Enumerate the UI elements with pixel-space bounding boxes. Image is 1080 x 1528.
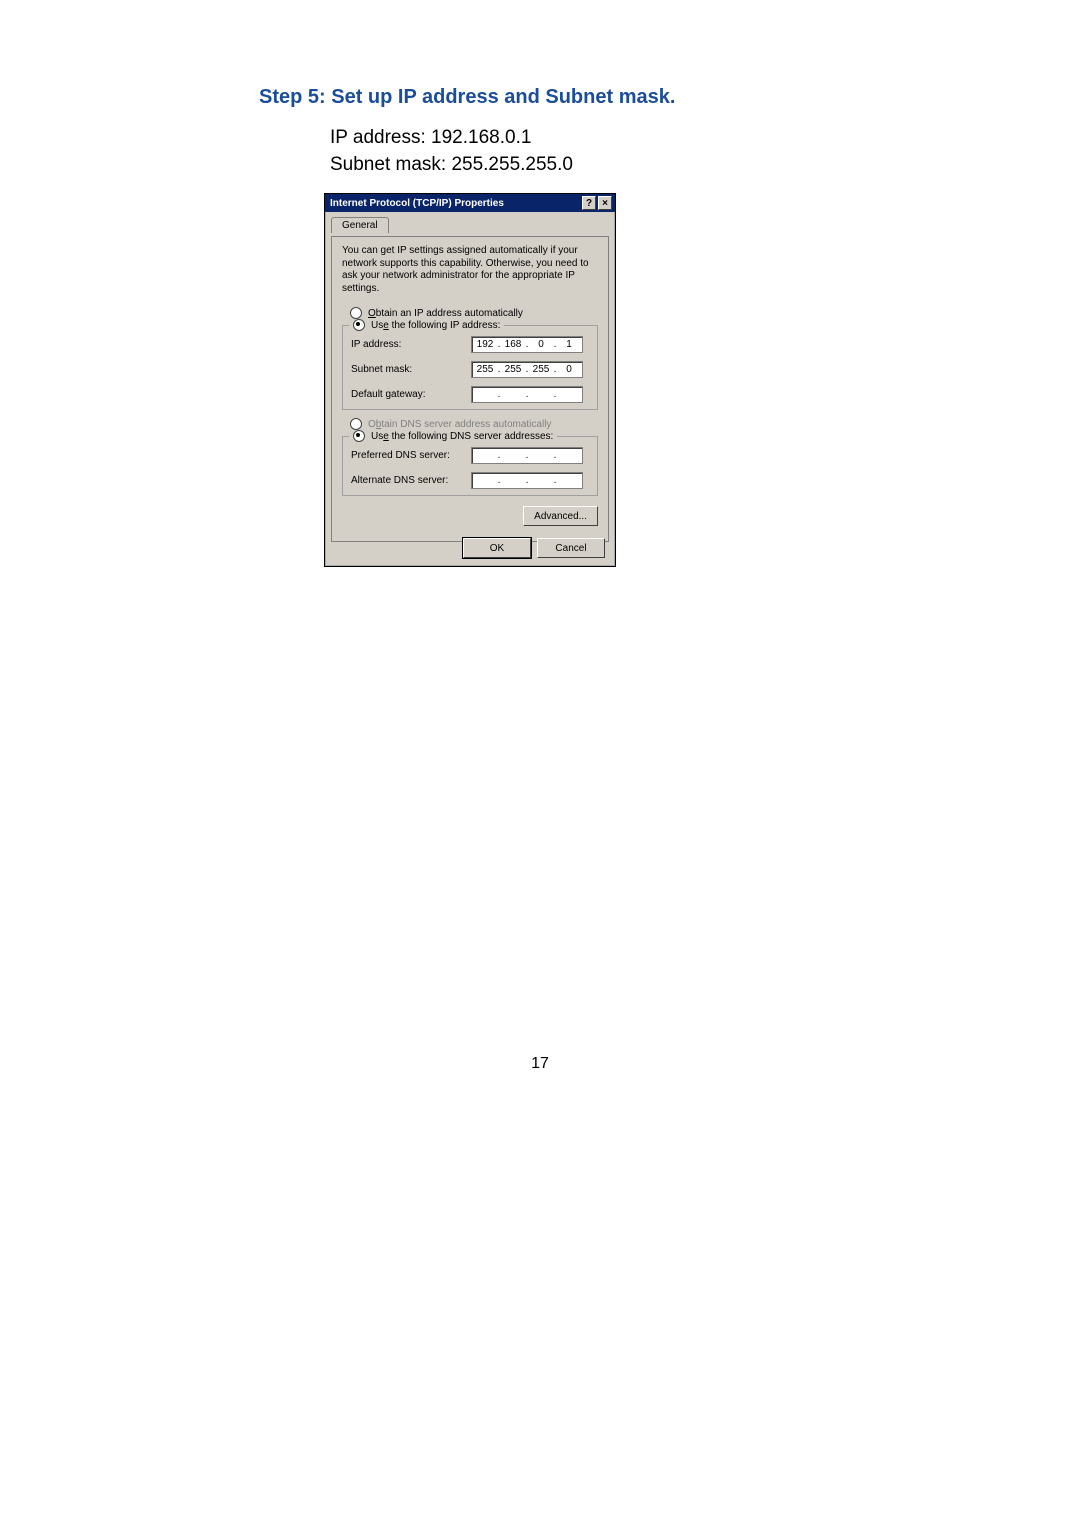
radio-use-ip[interactable]: Use the following IP address: bbox=[349, 319, 504, 331]
radio-label: Use the following DNS server addresses: bbox=[371, 431, 553, 442]
preferred-dns-row: Preferred DNS server: . . . bbox=[351, 447, 589, 464]
alternate-dns-label: Alternate DNS server: bbox=[351, 475, 471, 486]
dialog-body: General You can get IP settings assigned… bbox=[325, 212, 615, 548]
advanced-button[interactable]: Advanced... bbox=[523, 506, 598, 526]
default-gateway-input[interactable]: . . . bbox=[471, 386, 583, 403]
preferred-dns-input[interactable]: . . . bbox=[471, 447, 583, 464]
page-number: 17 bbox=[0, 1055, 1080, 1073]
radio-icon bbox=[353, 319, 365, 331]
close-icon: × bbox=[602, 198, 608, 209]
radio-icon bbox=[350, 418, 362, 430]
use-dns-groupbox: Use the following DNS server addresses: … bbox=[342, 436, 598, 496]
question-icon: ? bbox=[586, 198, 592, 209]
radio-label: Obtain an IP address automatically bbox=[368, 308, 523, 319]
preferred-dns-label: Preferred DNS server: bbox=[351, 450, 471, 461]
ip-address-label: IP address: bbox=[351, 339, 471, 350]
general-tab-panel: You can get IP settings assigned automat… bbox=[331, 236, 609, 542]
subnet-mask-input[interactable]: 255. 255. 255. 0 bbox=[471, 361, 583, 378]
radio-obtain-ip-auto[interactable]: Obtain an IP address automatically bbox=[342, 307, 598, 319]
ip-address-row: IP address: 192. 168. 0. 1 bbox=[351, 336, 589, 353]
subnet-mask-text: Subnet mask: 255.255.255.0 bbox=[330, 152, 573, 179]
advanced-row: Advanced... bbox=[342, 506, 598, 526]
alternate-dns-input[interactable]: . . . bbox=[471, 472, 583, 489]
radio-label: Use the following IP address: bbox=[371, 320, 500, 331]
default-gateway-label: Default gateway: bbox=[351, 389, 471, 400]
ok-button[interactable]: OK bbox=[463, 538, 531, 558]
radio-obtain-dns-auto: Obtain DNS server address automatically bbox=[342, 418, 598, 430]
ip-address-text: IP address: 192.168.0.1 bbox=[330, 125, 573, 152]
radio-icon bbox=[350, 307, 362, 319]
description-text: You can get IP settings assigned automat… bbox=[342, 245, 598, 295]
ip-address-input[interactable]: 192. 168. 0. 1 bbox=[471, 336, 583, 353]
subnet-mask-row: Subnet mask: 255. 255. 255. 0 bbox=[351, 361, 589, 378]
help-button[interactable]: ? bbox=[582, 196, 596, 210]
radio-icon bbox=[353, 430, 365, 442]
radio-use-dns[interactable]: Use the following DNS server addresses: bbox=[349, 430, 557, 442]
alternate-dns-row: Alternate DNS server: . . . bbox=[351, 472, 589, 489]
tab-general[interactable]: General bbox=[331, 217, 389, 233]
info-block: IP address: 192.168.0.1 Subnet mask: 255… bbox=[330, 125, 573, 178]
use-ip-groupbox: Use the following IP address: IP address… bbox=[342, 325, 598, 410]
window-title: Internet Protocol (TCP/IP) Properties bbox=[330, 198, 580, 209]
document-page: Step 5: Set up IP address and Subnet mas… bbox=[0, 0, 1080, 1528]
step-heading: Step 5: Set up IP address and Subnet mas… bbox=[259, 86, 675, 109]
close-button[interactable]: × bbox=[598, 196, 612, 210]
dialog-footer: OK Cancel bbox=[463, 538, 605, 558]
cancel-button[interactable]: Cancel bbox=[537, 538, 605, 558]
radio-label: Obtain DNS server address automatically bbox=[368, 419, 551, 430]
subnet-mask-label: Subnet mask: bbox=[351, 364, 471, 375]
default-gateway-row: Default gateway: . . . bbox=[351, 386, 589, 403]
titlebar[interactable]: Internet Protocol (TCP/IP) Properties ? … bbox=[325, 194, 615, 212]
tab-strip: General bbox=[331, 216, 609, 236]
tcpip-properties-dialog: Internet Protocol (TCP/IP) Properties ? … bbox=[324, 193, 616, 567]
